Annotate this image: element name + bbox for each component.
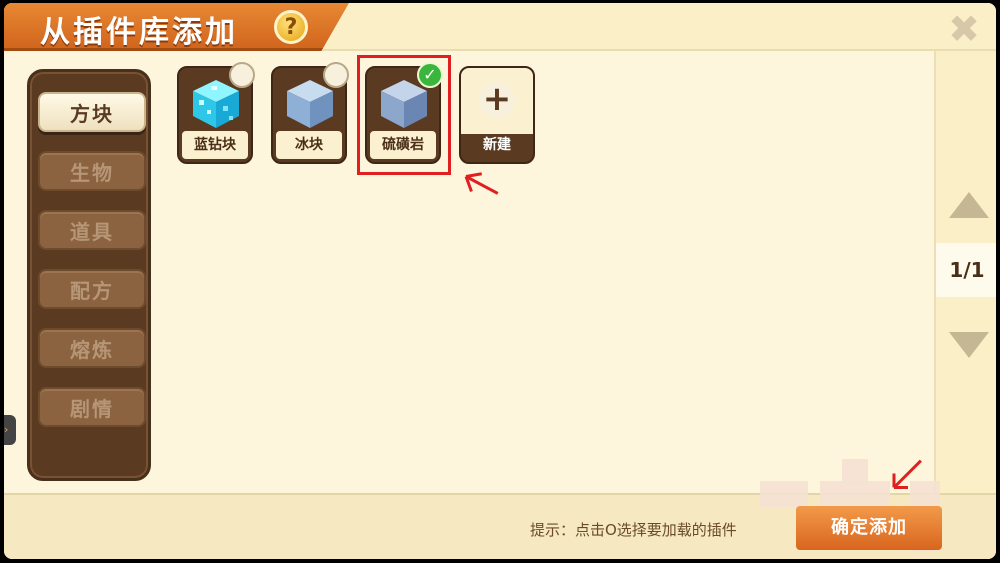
plugin-label: 蓝钻块: [182, 131, 248, 159]
blurred-region: [760, 481, 808, 507]
confirm-add-button[interactable]: 确定添加: [796, 506, 942, 550]
triangle-down-icon: [949, 332, 989, 358]
help-button[interactable]: ?: [274, 10, 308, 44]
select-toggle[interactable]: [323, 62, 349, 88]
new-tile-label: 新建: [483, 137, 511, 153]
plugin-tile-ice-block[interactable]: 冰块: [271, 62, 349, 164]
dialog-title: 从插件库添加: [40, 15, 238, 50]
plugin-tile-diamond-block[interactable]: 蓝钻块: [177, 62, 255, 164]
new-plugin-button[interactable]: + 新建: [459, 66, 535, 164]
category-item[interactable]: 道具: [38, 210, 146, 250]
plugin-library-dialog: 从插件库添加 ? ✖ 方块 生物 道具 配方 熔炼 剧情 蓝钻块 冰块 ✓ 硫磺…: [4, 3, 996, 559]
plugin-label: 冰块: [276, 131, 342, 159]
category-smelting[interactable]: 熔炼: [38, 328, 146, 368]
triangle-up-icon: [949, 192, 989, 218]
close-button[interactable]: ✖: [946, 10, 982, 48]
page-indicator: 1/1: [936, 243, 996, 297]
page-down-button[interactable]: [948, 327, 990, 363]
selection-highlight-box: [357, 55, 451, 175]
hint-text: 提示：点击O选择要加载的插件: [530, 521, 737, 539]
category-block[interactable]: 方块: [38, 92, 146, 132]
blurred-region: [820, 481, 890, 507]
category-story[interactable]: 剧情: [38, 387, 146, 427]
plus-icon: +: [479, 82, 515, 118]
page-up-button[interactable]: [948, 187, 990, 223]
select-toggle[interactable]: [229, 62, 255, 88]
page-navigator: 1/1: [934, 51, 996, 493]
category-creature[interactable]: 生物: [38, 151, 146, 191]
category-recipe[interactable]: 配方: [38, 269, 146, 309]
side-drawer-tab[interactable]: ›: [4, 415, 16, 445]
category-sidebar: 方块 生物 道具 配方 熔炼 剧情: [27, 69, 151, 481]
